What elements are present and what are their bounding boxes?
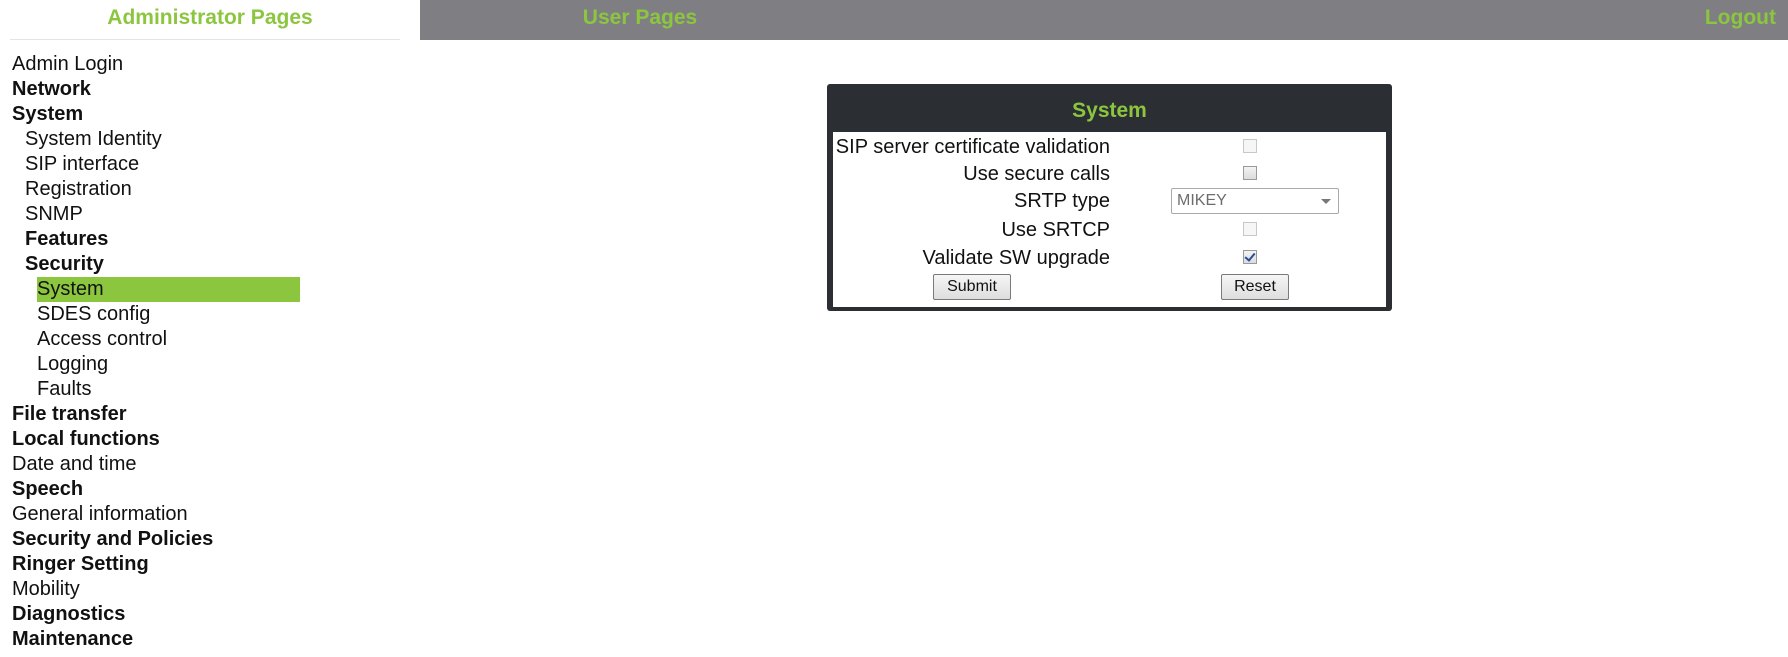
use-secure-calls-checkbox[interactable]: [1243, 166, 1257, 180]
sidebar-item-diagnostics[interactable]: Diagnostics: [12, 602, 312, 627]
sidebar-item-security[interactable]: Security: [12, 252, 312, 277]
top-navigation-bar: Administrator Pages User Pages Logout: [0, 0, 1788, 40]
validate-sw-upgrade-label: Validate SW upgrade: [922, 247, 1110, 269]
sidebar-item-network[interactable]: Network: [12, 77, 312, 102]
tab-user-pages[interactable]: User Pages: [420, 0, 860, 40]
row-use-srtcp: Use SRTCP: [833, 216, 1386, 244]
tab-administrator-pages[interactable]: Administrator Pages: [0, 0, 420, 40]
use-srtcp-label: Use SRTCP: [1001, 219, 1110, 241]
row-validate-sw-upgrade: Validate SW upgrade: [833, 244, 1386, 272]
sidebar-item-logging[interactable]: Logging: [12, 352, 312, 377]
submit-button[interactable]: Submit: [933, 274, 1011, 300]
panel-title: System: [1072, 99, 1147, 122]
sidebar-item-date-and-time[interactable]: Date and time: [12, 452, 312, 477]
sidebar-item-sdes-config[interactable]: SDES config: [12, 302, 312, 327]
sidebar-item-security-system-selected[interactable]: System: [37, 277, 300, 302]
sidebar-item-mobility[interactable]: Mobility: [12, 577, 312, 602]
row-sip-cert-validation: SIP server certificate validation: [833, 133, 1386, 161]
sidebar-item-system[interactable]: System: [12, 102, 312, 127]
srtp-type-label: SRTP type: [1014, 190, 1110, 212]
sidebar-item-registration[interactable]: Registration: [12, 177, 312, 202]
validate-sw-upgrade-checkbox[interactable]: [1243, 250, 1257, 264]
panel-form: SIP server certificate validation Use se…: [833, 132, 1386, 307]
sidebar-item-admin-login[interactable]: Admin Login: [12, 52, 312, 77]
sidebar-item-file-transfer[interactable]: File transfer: [12, 402, 312, 427]
srtp-type-value: MIKEY: [1177, 192, 1227, 209]
reset-button[interactable]: Reset: [1221, 274, 1289, 300]
sidebar-item-system-identity[interactable]: System Identity: [12, 127, 312, 152]
sidebar-item-faults[interactable]: Faults: [12, 377, 312, 402]
srtp-type-select[interactable]: MIKEY: [1171, 188, 1339, 214]
sidebar-item-sip-interface[interactable]: SIP interface: [12, 152, 312, 177]
sidebar-item-speech[interactable]: Speech: [12, 477, 312, 502]
use-srtcp-checkbox[interactable]: [1243, 222, 1257, 236]
chevron-down-icon: [1321, 199, 1331, 204]
sidebar-item-security-and-policies[interactable]: Security and Policies: [12, 527, 312, 552]
sidebar-item-maintenance[interactable]: Maintenance: [12, 627, 312, 652]
sidebar-item-access-control[interactable]: Access control: [12, 327, 312, 352]
row-form-buttons: Submit Reset: [833, 270, 1386, 304]
sidebar-item-local-functions[interactable]: Local functions: [12, 427, 312, 452]
sidebar-item-ringer-setting[interactable]: Ringer Setting: [12, 552, 312, 577]
use-secure-calls-label: Use secure calls: [963, 163, 1110, 185]
logout-link[interactable]: Logout: [1668, 0, 1788, 40]
sidebar-item-general-information[interactable]: General information: [12, 502, 312, 527]
sidebar-navigation: Admin Login Network System System Identi…: [12, 52, 312, 652]
row-use-secure-calls: Use secure calls: [833, 160, 1386, 188]
sip-cert-validation-checkbox[interactable]: [1243, 139, 1257, 153]
sip-cert-validation-label: SIP server certificate validation: [835, 136, 1110, 158]
system-settings-panel: System SIP server certificate validation…: [827, 84, 1392, 311]
row-srtp-type: SRTP type MIKEY: [833, 187, 1386, 215]
sidebar-item-features[interactable]: Features: [12, 227, 312, 252]
sidebar-item-snmp[interactable]: SNMP: [12, 202, 312, 227]
